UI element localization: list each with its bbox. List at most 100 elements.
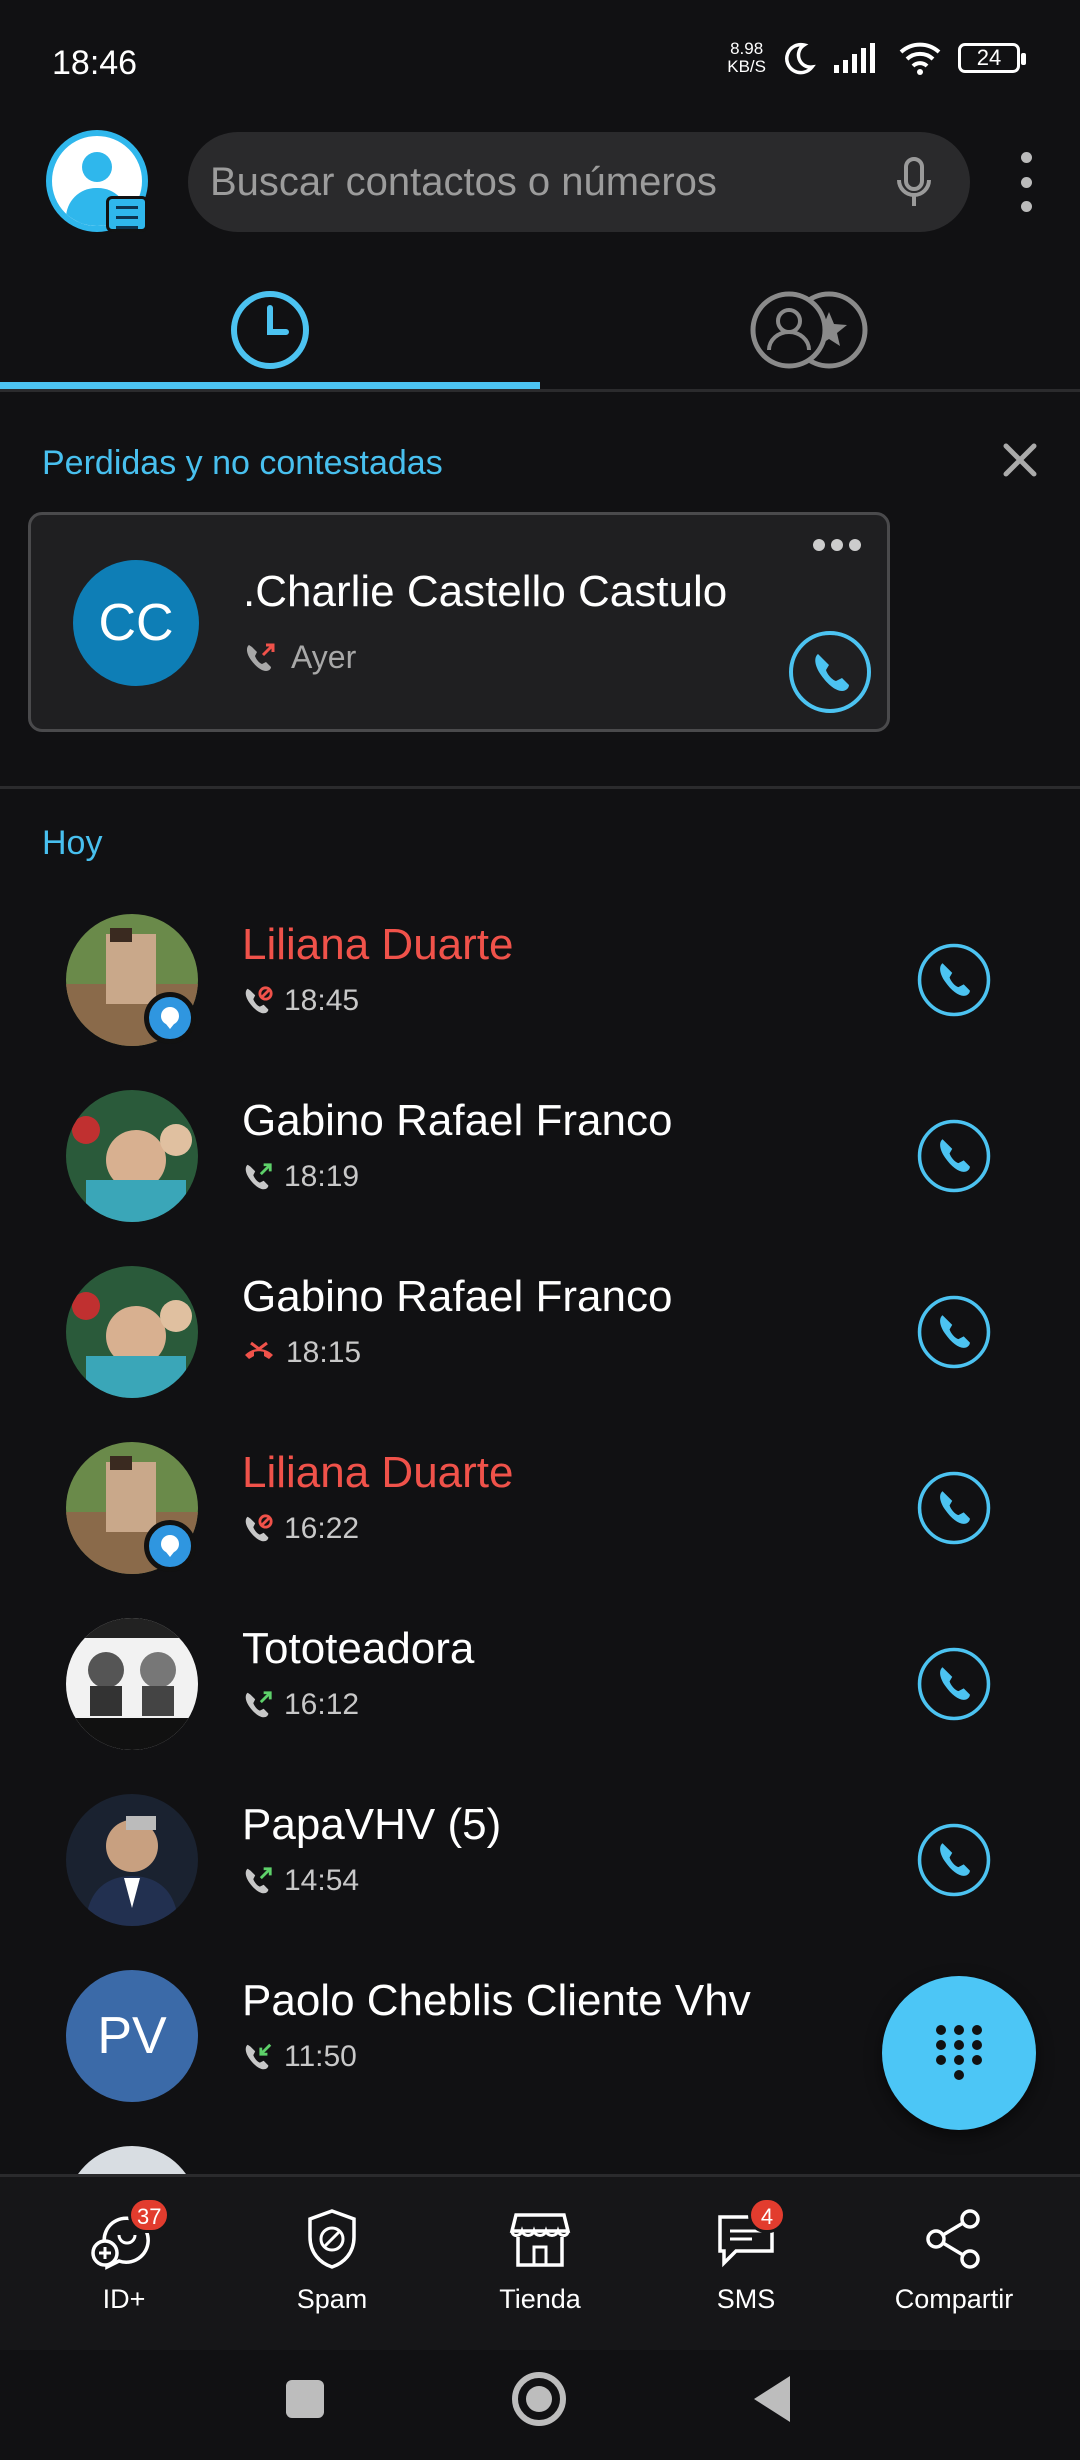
contact-photo — [66, 1090, 198, 1222]
call-row[interactable]: Tototeadora 16:12 — [0, 1588, 1080, 1764]
tab-recents[interactable] — [0, 268, 540, 392]
call-button[interactable] — [916, 1118, 992, 1194]
nav-label: Compartir — [894, 2284, 1014, 2314]
store-icon — [509, 2213, 571, 2267]
call-info: 18:45 — [242, 984, 359, 1018]
call-time: 16:22 — [284, 1512, 360, 1545]
contact-photo — [66, 1618, 198, 1750]
contact-name: Liliana Duarte — [242, 920, 514, 969]
tab-indicator — [0, 382, 540, 389]
chat-badge-icon — [144, 992, 196, 1044]
nav-label: SMS — [716, 2284, 776, 2314]
call-button[interactable] — [916, 942, 992, 1018]
bottom-navigation: 37 ID+ Spam Tienda 4 SMS Compartir — [0, 2174, 1080, 2350]
call-row[interactable]: Liliana Duarte 18:45 — [0, 884, 1080, 1060]
back-icon[interactable] — [752, 2374, 792, 2424]
system-navigation-bar — [0, 2350, 1080, 2460]
call-time: 14:54 — [284, 1864, 360, 1897]
call-info: 16:12 — [242, 1688, 359, 1722]
tab-contacts-favorites[interactable] — [540, 268, 1080, 392]
missed-section-title: Perdidas y no contestadas — [42, 444, 443, 482]
section-divider — [0, 786, 1080, 789]
contact-name: Liliana Duarte — [242, 1448, 514, 1497]
contact-name: .Charlie Castello Castulo — [243, 567, 728, 616]
call-time: 16:12 — [284, 1688, 360, 1721]
call-button[interactable] — [916, 1822, 992, 1898]
nav-store[interactable]: Tienda — [440, 2207, 640, 2315]
blocked-call-icon — [245, 986, 273, 1014]
search-input[interactable] — [210, 159, 850, 205]
nav-id-plus[interactable]: 37 ID+ — [24, 2197, 224, 2315]
signal-icon — [834, 43, 875, 73]
contact-photo — [66, 1266, 198, 1398]
chat-badge-icon — [144, 1520, 196, 1572]
status-time: 18:46 — [52, 44, 138, 82]
outgoing-call-icon — [245, 1691, 272, 1718]
nav-label: Spam — [296, 2284, 368, 2314]
today-section-title: Hoy — [42, 824, 103, 862]
share-icon — [926, 2209, 980, 2269]
call-info: 14:54 — [242, 1864, 359, 1898]
call-row-partial[interactable] — [0, 2116, 1080, 2174]
call-info: Ayer — [243, 639, 356, 676]
status-bar: 18:46 8.98 KB/S 24 — [0, 0, 1080, 120]
call-button[interactable] — [916, 1294, 992, 1370]
more-options-icon[interactable] — [1016, 152, 1036, 212]
declined-call-icon — [245, 1341, 273, 1359]
wifi-icon — [899, 42, 941, 75]
contact-name: Gabino Rafael Franco — [242, 1096, 673, 1145]
outgoing-call-icon — [245, 1867, 272, 1894]
call-button[interactable] — [916, 1646, 992, 1722]
battery-indicator: 24 — [958, 43, 1026, 73]
call-info: 11:50 — [242, 2040, 357, 2074]
avatar-head — [82, 152, 112, 182]
contact-name: PapaVHV (5) — [242, 1800, 502, 1849]
call-time: 18:19 — [284, 1160, 360, 1193]
call-row[interactable]: Liliana Duarte 16:22 — [0, 1412, 1080, 1588]
nav-sms[interactable]: 4 SMS — [646, 2197, 846, 2315]
shield-icon — [308, 2209, 356, 2269]
nav-label: Tienda — [499, 2284, 581, 2314]
call-button[interactable] — [916, 1470, 992, 1546]
network-speed: 8.98 KB/S — [727, 40, 766, 76]
microphone-icon[interactable] — [894, 156, 934, 210]
call-info: 18:19 — [242, 1160, 359, 1194]
network-speed-unit: KB/S — [727, 57, 766, 76]
nav-label: ID+ — [102, 2284, 146, 2314]
nav-share[interactable]: Compartir — [854, 2207, 1054, 2315]
call-info: 18:15 — [242, 1336, 361, 1370]
close-icon[interactable] — [1000, 440, 1040, 480]
contact-photo — [66, 2146, 198, 2174]
moon-icon — [785, 42, 816, 75]
card-more-icon[interactable] — [813, 539, 861, 551]
call-time: Ayer — [291, 639, 357, 675]
contact-name: Tototeadora — [242, 1624, 475, 1673]
message-badge-icon — [106, 196, 148, 232]
search-bar[interactable] — [188, 132, 970, 232]
contact-initials-avatar: PV — [66, 1970, 198, 2102]
call-row[interactable]: Gabino Rafael Franco 18:19 — [0, 1060, 1080, 1236]
dialpad-icon — [936, 2025, 982, 2080]
blocked-call-icon — [245, 1514, 273, 1542]
home-icon[interactable] — [510, 2370, 568, 2428]
dialpad-button[interactable] — [882, 1976, 1036, 2130]
missed-call-card[interactable]: CC .Charlie Castello Castulo Ayer — [28, 512, 890, 732]
incoming-call-icon — [245, 2043, 272, 2070]
contact-initials-avatar: CC — [73, 560, 199, 686]
call-row[interactable]: PapaVHV (5) 14:54 — [0, 1764, 1080, 1940]
status-icons: 8.98 KB/S 24 — [727, 40, 1026, 76]
contacts-favorites-icon — [750, 291, 868, 369]
nav-spam[interactable]: Spam — [232, 2207, 432, 2315]
contact-name: Gabino Rafael Franco — [242, 1272, 673, 1321]
call-time: 18:15 — [286, 1336, 362, 1369]
outgoing-call-icon — [246, 643, 275, 671]
call-row[interactable]: Gabino Rafael Franco 18:15 — [0, 1236, 1080, 1412]
outgoing-call-icon — [245, 1163, 272, 1190]
contact-photo — [66, 1794, 198, 1926]
call-button[interactable] — [787, 629, 873, 715]
recent-apps-icon[interactable] — [284, 2378, 326, 2420]
call-info: 16:22 — [242, 1512, 359, 1546]
clock-icon — [231, 291, 309, 369]
call-time: 11:50 — [284, 2040, 357, 2073]
network-speed-value: 8.98 — [730, 39, 764, 58]
